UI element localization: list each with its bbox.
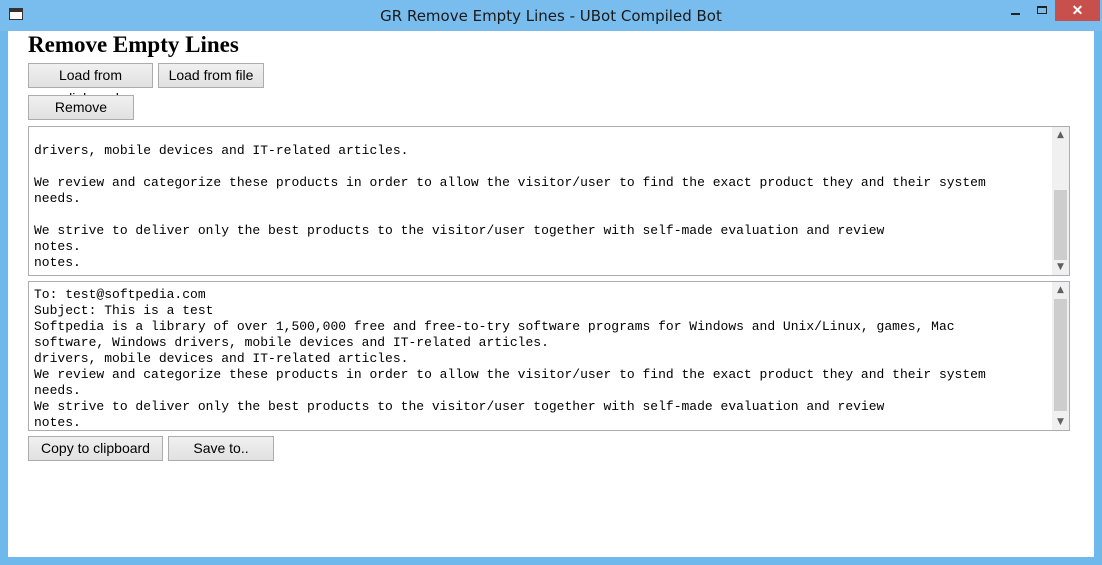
save-to-button[interactable]: Save to.. (168, 436, 274, 461)
title-bar[interactable]: GR Remove Empty Lines - UBot Compiled Bo… (0, 0, 1102, 31)
maximize-button[interactable] (1029, 0, 1055, 21)
load-from-file-button[interactable]: Load from file (158, 63, 264, 88)
window-title: GR Remove Empty Lines - UBot Compiled Bo… (380, 7, 722, 25)
output-text: To: test@softpedia.com Subject: This is … (34, 287, 986, 430)
app-window: GR Remove Empty Lines - UBot Compiled Bo… (0, 0, 1102, 565)
scroll-thumb[interactable] (1054, 190, 1067, 260)
copy-to-clipboard-button[interactable]: Copy to clipboard (28, 436, 163, 461)
input-scrollbar[interactable]: ▲ ▼ (1052, 127, 1069, 275)
close-button[interactable]: ✕ (1055, 0, 1100, 21)
page-title: Remove Empty Lines (28, 32, 239, 57)
load-from-clipboard-button[interactable]: Load from clipboard (28, 63, 153, 106)
minimize-icon (1011, 13, 1020, 15)
output-scrollbar[interactable]: ▲ ▼ (1052, 282, 1069, 430)
scroll-up-icon[interactable]: ▲ (1052, 282, 1069, 298)
minimize-button[interactable] (1002, 0, 1029, 21)
remove-button[interactable]: Remove (28, 95, 134, 120)
input-text: drivers, mobile devices and IT-related a… (34, 143, 986, 270)
scroll-down-icon[interactable]: ▼ (1052, 259, 1069, 275)
scroll-down-icon[interactable]: ▼ (1052, 414, 1069, 430)
scroll-thumb[interactable] (1054, 299, 1067, 411)
scroll-up-icon[interactable]: ▲ (1052, 127, 1069, 143)
input-textarea[interactable]: drivers, mobile devices and IT-related a… (28, 126, 1070, 276)
client-area: Remove Empty Lines Load from clipboard L… (8, 31, 1094, 557)
output-textarea[interactable]: To: test@softpedia.com Subject: This is … (28, 281, 1070, 431)
maximize-icon (1037, 6, 1047, 14)
close-icon: ✕ (1071, 2, 1084, 18)
